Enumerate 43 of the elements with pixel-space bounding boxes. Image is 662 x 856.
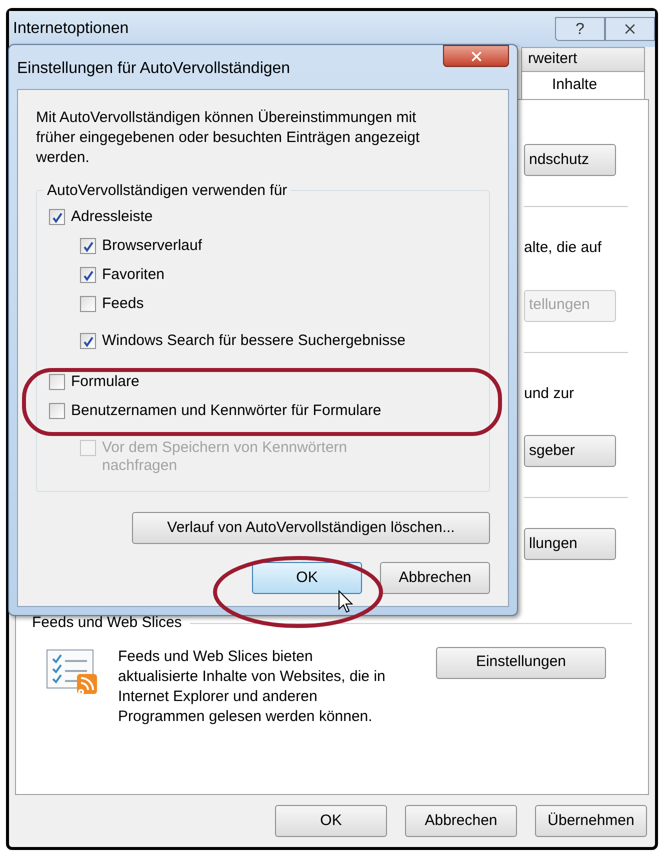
check-icon <box>82 270 94 280</box>
checkbox[interactable] <box>80 238 96 254</box>
button[interactable]: Übernehmen <box>535 805 647 837</box>
option-label: Windows Search für bessere Suchergebnisse <box>102 332 406 350</box>
checkbox[interactable] <box>80 333 96 349</box>
option-label: Formulare <box>71 373 140 391</box>
check-icon <box>82 240 94 252</box>
button[interactable]: llungen <box>524 528 616 560</box>
button[interactable]: Abbrechen <box>380 562 490 594</box>
option-label: Favoriten <box>102 266 165 284</box>
dialog-title: Einstellungen für AutoVervollständigen <box>17 59 290 79</box>
check-icon <box>52 212 62 222</box>
feed-list-icon <box>46 648 98 696</box>
checkbox[interactable] <box>80 267 96 283</box>
checkbox[interactable] <box>80 296 96 312</box>
dialog-description: Mit AutoVervollständigen können Übereinstimmungen mit früher eingegebenen oder besuchten Einträgen angezeigt werden. <box>36 108 421 168</box>
window-title: Internetoptionen <box>13 19 129 39</box>
button[interactable]: ndschutz <box>524 144 616 176</box>
group-title: Feeds und Web Slices <box>32 613 182 633</box>
option-label: Benutzernamen und Kennwörter für Formulare <box>71 402 382 420</box>
option-label: Vor dem Speichern von Kennwörtern nachfragen <box>102 439 348 475</box>
help-button[interactable]: ? <box>555 17 605 41</box>
tab[interactable]: rweitert <box>521 47 645 71</box>
option-label: Feeds <box>102 295 144 313</box>
checkbox[interactable] <box>49 374 65 390</box>
option-label: Adressleiste <box>71 208 153 226</box>
checkbox[interactable] <box>49 403 65 419</box>
panel-text: und zur <box>524 384 576 404</box>
button[interactable]: Abbrechen <box>405 805 517 837</box>
button[interactable]: OK <box>252 562 362 594</box>
button[interactable]: sgeber <box>524 435 616 467</box>
button[interactable]: OK <box>275 805 387 837</box>
mouse-pointer-icon <box>338 590 354 614</box>
settings-button[interactable]: Einstellungen <box>436 646 606 678</box>
checkbox[interactable] <box>49 209 65 225</box>
option-label: Browserverlauf <box>102 237 202 255</box>
clear-history-button[interactable]: Verlauf von AutoVervollständigen löschen... <box>132 512 490 544</box>
check-icon <box>82 336 94 346</box>
tab[interactable]: Inhalte <box>521 71 645 99</box>
close-button[interactable] <box>443 45 509 67</box>
panel-text: alte, die auf <box>524 238 603 258</box>
feeds-description: Feeds und Web Slices bieten aktualisierte Inhalte von Websites, die in Internet Explorer und anderen Programmen gelesen werden können. <box>118 646 386 726</box>
close-button[interactable] <box>605 17 655 41</box>
